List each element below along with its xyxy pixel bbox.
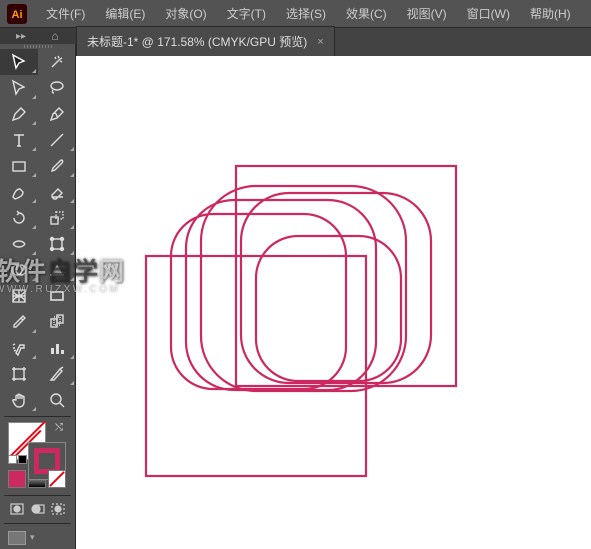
menu-window[interactable]: 窗口(W): [457, 1, 520, 26]
slice-tool[interactable]: [38, 361, 76, 387]
document-tab-label: 未标题-1* @ 171.58% (CMYK/GPU 预览): [87, 33, 307, 50]
menu-view[interactable]: 视图(V): [397, 1, 457, 26]
artboard-tool[interactable]: [0, 361, 38, 387]
menu-bar: Ai 文件(F) 编辑(E) 对象(O) 文字(T) 选择(S) 效果(C) 视…: [0, 0, 591, 28]
type-tool[interactable]: [0, 127, 38, 153]
eyedropper-tool[interactable]: [0, 309, 38, 335]
toolbox-panel: ⤭ ▾: [0, 44, 76, 549]
menu-items: 文件(F) 编辑(E) 对象(O) 文字(T) 选择(S) 效果(C) 视图(V…: [36, 1, 581, 26]
artwork: [136, 156, 476, 496]
draw-normal-icon[interactable]: [8, 500, 26, 518]
color-mode-solid[interactable]: [8, 470, 26, 488]
draw-mode-row: [0, 498, 75, 520]
shape-builder-tool[interactable]: [0, 257, 38, 283]
canvas[interactable]: [76, 56, 591, 549]
pen-tool[interactable]: [0, 101, 38, 127]
zoom-tool[interactable]: [38, 387, 76, 413]
app-logo: Ai: [4, 4, 30, 24]
draw-inside-icon[interactable]: [49, 500, 67, 518]
perspective-grid-tool[interactable]: [38, 257, 76, 283]
column-graph-tool[interactable]: [38, 335, 76, 361]
menu-edit[interactable]: 编辑(E): [95, 1, 155, 26]
document-tab[interactable]: 未标题-1* @ 171.58% (CMYK/GPU 预览) ×: [76, 26, 335, 56]
default-fill-stroke-icon[interactable]: [8, 455, 27, 464]
scale-tool[interactable]: [38, 205, 76, 231]
mesh-tool[interactable]: [0, 283, 38, 309]
swap-fill-stroke-icon[interactable]: ⤭: [55, 422, 67, 434]
fill-stroke-control[interactable]: ⤭: [8, 422, 67, 450]
selection-tool[interactable]: [0, 49, 38, 75]
shaper-tool[interactable]: [0, 179, 38, 205]
home-icon[interactable]: ⌂: [48, 30, 62, 42]
menu-type[interactable]: 文字(T): [217, 1, 276, 26]
menu-help[interactable]: 帮助(H): [520, 1, 581, 26]
lasso-tool[interactable]: [38, 75, 76, 101]
menu-object[interactable]: 对象(O): [155, 1, 216, 26]
close-icon[interactable]: ×: [317, 36, 323, 48]
svg-text:Ai: Ai: [12, 9, 23, 21]
free-transform-tool[interactable]: [38, 231, 76, 257]
color-mode-none[interactable]: [48, 470, 66, 488]
screen-mode-icon[interactable]: [8, 531, 26, 545]
draw-behind-icon[interactable]: [29, 500, 47, 518]
paintbrush-tool[interactable]: [38, 153, 76, 179]
rectangle-tool[interactable]: [0, 153, 38, 179]
blend-tool[interactable]: [38, 309, 76, 335]
panel-toggle-icon[interactable]: ▸▸: [14, 30, 28, 42]
symbol-sprayer-tool[interactable]: [0, 335, 38, 361]
menu-effect[interactable]: 效果(C): [336, 1, 397, 26]
gradient-tool[interactable]: [38, 283, 76, 309]
direct-selection-tool[interactable]: [0, 75, 38, 101]
line-tool[interactable]: [38, 127, 76, 153]
menu-file[interactable]: 文件(F): [36, 1, 95, 26]
hand-tool[interactable]: [0, 387, 38, 413]
screen-mode-row: ▾: [0, 527, 75, 549]
chevron-down-icon[interactable]: ▾: [30, 532, 35, 543]
tools-grid: [0, 49, 75, 413]
document-area: 未标题-1* @ 171.58% (CMYK/GPU 预览) ×: [76, 28, 591, 549]
eraser-tool[interactable]: [38, 179, 76, 205]
curvature-tool[interactable]: [38, 101, 76, 127]
canvas-viewport[interactable]: [76, 56, 591, 549]
magic-wand-tool[interactable]: [38, 49, 76, 75]
rotate-tool[interactable]: [0, 205, 38, 231]
document-tabs: 未标题-1* @ 171.58% (CMYK/GPU 预览) ×: [76, 28, 591, 56]
menu-select[interactable]: 选择(S): [276, 1, 336, 26]
control-strip: ▸▸ ⌂: [0, 28, 76, 44]
width-tool[interactable]: [0, 231, 38, 257]
